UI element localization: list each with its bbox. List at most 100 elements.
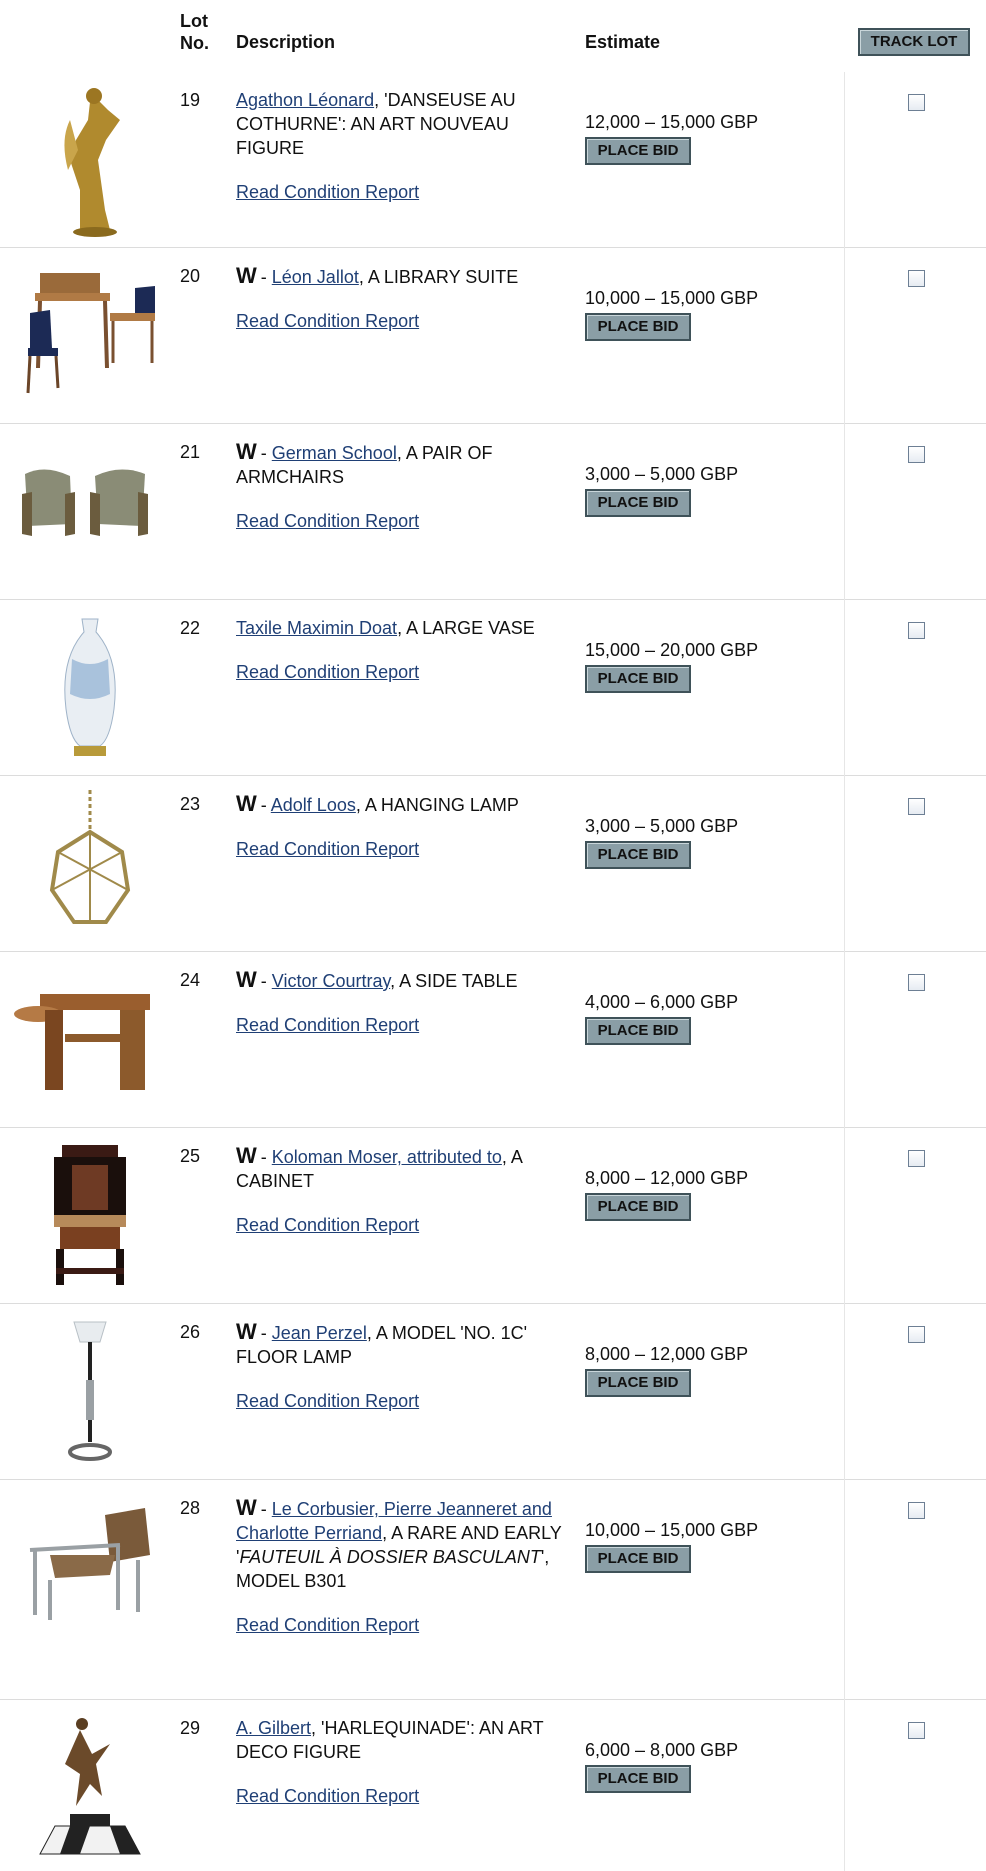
- artist-link[interactable]: Taxile Maximin Doat: [236, 618, 397, 638]
- track-lot-checkbox[interactable]: [908, 446, 925, 463]
- lot-title: , A SIDE TABLE: [390, 971, 518, 991]
- table-row: 20 W - Léon Jallot, A LIBRARY SUITE Read…: [0, 248, 986, 424]
- condition-report-link[interactable]: Read Condition Report: [236, 1013, 419, 1037]
- track-cell: [844, 952, 986, 1128]
- side-table-image[interactable]: [10, 974, 170, 1104]
- place-bid-button[interactable]: PLACE BID: [585, 313, 691, 341]
- artist-link[interactable]: Jean Perzel: [272, 1323, 367, 1343]
- porcelain-vase-image[interactable]: [10, 614, 170, 764]
- place-bid-button[interactable]: PLACE BID: [585, 1545, 691, 1573]
- gilt-dancer-figure-image[interactable]: [10, 80, 170, 240]
- artist-link[interactable]: Adolf Loos: [271, 795, 356, 815]
- lot-no-header: Lot No.: [180, 11, 209, 53]
- condition-report-link[interactable]: Read Condition Report: [236, 309, 419, 333]
- estimate-cell: 3,000 – 5,000 GBP PLACE BID: [585, 816, 738, 869]
- estimate-value: 4,000 – 6,000 GBP: [585, 992, 739, 1012]
- condition-report-link[interactable]: Read Condition Report: [236, 509, 419, 533]
- artist-link[interactable]: German School: [272, 443, 397, 463]
- place-bid-button[interactable]: PLACE BID: [585, 1017, 691, 1045]
- estimate-value: 15,000 – 20,000 GBP: [585, 640, 759, 660]
- condition-report-link[interactable]: Read Condition Report: [236, 837, 419, 861]
- track-lot-checkbox[interactable]: [908, 270, 925, 287]
- track-lot-button[interactable]: TRACK LOT: [858, 28, 970, 56]
- table-row: 25 W - Koloman Moser, attributed to, A C…: [0, 1128, 986, 1304]
- w-separator: -: [255, 795, 271, 815]
- estimate-value: 12,000 – 15,000 GBP: [585, 112, 759, 132]
- estimate-cell: 6,000 – 8,000 GBP PLACE BID: [585, 1740, 738, 1793]
- w-separator: -: [255, 971, 272, 991]
- track-lot-checkbox[interactable]: [908, 622, 925, 639]
- track-lot-checkbox[interactable]: [908, 1722, 925, 1739]
- track-cell: [844, 1128, 986, 1304]
- track-lot-checkbox[interactable]: [908, 798, 925, 815]
- w-icon: W: [236, 791, 257, 816]
- lot-number: 19: [180, 90, 201, 110]
- condition-report-link[interactable]: Read Condition Report: [236, 1784, 419, 1808]
- lot-title: , A LIBRARY SUITE: [358, 267, 519, 287]
- lot-description: Agathon Léonard, 'DANSEUSE AU COTHURNE':…: [236, 88, 566, 204]
- estimate-value: 6,000 – 8,000 GBP: [585, 1740, 739, 1760]
- lot-title: , A LARGE VASE: [397, 618, 535, 638]
- place-bid-button[interactable]: PLACE BID: [585, 137, 691, 165]
- hanging-lamp-image[interactable]: [10, 790, 170, 940]
- lot-description: W - Le Corbusier, Pierre Jeanneret and C…: [236, 1496, 566, 1637]
- lot-number: 21: [180, 442, 201, 462]
- w-separator: -: [255, 1147, 272, 1167]
- estimate-cell: 10,000 – 15,000 GBP PLACE BID: [585, 288, 758, 341]
- place-bid-button[interactable]: PLACE BID: [585, 1193, 691, 1221]
- lot-description: Taxile Maximin Doat, A LARGE VASE Read C…: [236, 616, 566, 684]
- place-bid-button[interactable]: PLACE BID: [585, 1369, 691, 1397]
- lot-description: W - Koloman Moser, attributed to, A CABI…: [236, 1144, 566, 1237]
- artist-link[interactable]: Victor Courtray: [272, 971, 390, 991]
- track-lot-checkbox[interactable]: [908, 974, 925, 991]
- artist-link[interactable]: Agathon Léonard: [236, 90, 374, 110]
- estimate-cell: 8,000 – 12,000 GBP PLACE BID: [585, 1168, 748, 1221]
- artist-link[interactable]: Koloman Moser, attributed to: [272, 1147, 502, 1167]
- table-row: 23 W - Adolf Loos, A HANGING LAMP Read C…: [0, 776, 986, 952]
- track-lot-checkbox[interactable]: [908, 1502, 925, 1519]
- condition-report-link[interactable]: Read Condition Report: [236, 1613, 419, 1637]
- estimate-cell: 10,000 – 15,000 GBP PLACE BID: [585, 1520, 758, 1573]
- w-icon: W: [236, 1319, 257, 1344]
- condition-report-link[interactable]: Read Condition Report: [236, 660, 419, 684]
- dancer-figure-on-base-image[interactable]: [10, 1714, 170, 1864]
- w-icon: W: [236, 1143, 257, 1168]
- place-bid-button[interactable]: PLACE BID: [585, 841, 691, 869]
- condition-report-link[interactable]: Read Condition Report: [236, 180, 419, 204]
- place-bid-button[interactable]: PLACE BID: [585, 489, 691, 517]
- track-lot-checkbox[interactable]: [908, 94, 925, 111]
- floor-lamp-image[interactable]: [10, 1320, 170, 1470]
- table-row: 29 A. Gilbert, 'HARLEQUINADE': AN ART DE…: [0, 1700, 986, 1871]
- lot-number: 22: [180, 618, 201, 638]
- lot-description: W - Adolf Loos, A HANGING LAMP Read Cond…: [236, 792, 566, 861]
- track-lot-checkbox[interactable]: [908, 1326, 925, 1343]
- lot-number: 24: [180, 970, 201, 990]
- estimate-cell: 15,000 – 20,000 GBP PLACE BID: [585, 640, 758, 693]
- artist-link[interactable]: Léon Jallot: [272, 267, 359, 287]
- lounge-chair-image[interactable]: [10, 1500, 170, 1630]
- pair-of-armchairs-image[interactable]: [10, 454, 170, 554]
- lot-number: 26: [180, 1322, 201, 1342]
- track-cell: [844, 1700, 986, 1871]
- place-bid-button[interactable]: PLACE BID: [585, 665, 691, 693]
- w-separator: -: [255, 267, 272, 287]
- w-separator: -: [255, 1323, 272, 1343]
- track-cell: [844, 1304, 986, 1480]
- desk-and-chairs-image[interactable]: [10, 258, 170, 398]
- place-bid-button[interactable]: PLACE BID: [585, 1765, 691, 1793]
- estimate-cell: 4,000 – 6,000 GBP PLACE BID: [585, 992, 738, 1045]
- lot-description: W - Victor Courtray, A SIDE TABLE Read C…: [236, 968, 566, 1037]
- w-icon: W: [236, 263, 257, 288]
- condition-report-link[interactable]: Read Condition Report: [236, 1389, 419, 1413]
- estimate-header: Estimate: [585, 32, 661, 52]
- track-cell: [844, 424, 986, 600]
- estimate-cell: 12,000 – 15,000 GBP PLACE BID: [585, 112, 758, 165]
- table-row: 26 W - Jean Perzel, A MODEL 'NO. 1C' FLO…: [0, 1304, 986, 1480]
- table-row: 24 W - Victor Courtray, A SIDE TABLE Rea…: [0, 952, 986, 1128]
- artist-link[interactable]: A. Gilbert: [236, 1718, 311, 1738]
- lot-number: 25: [180, 1146, 201, 1166]
- condition-report-link[interactable]: Read Condition Report: [236, 1213, 419, 1237]
- track-cell: [844, 72, 986, 248]
- track-lot-checkbox[interactable]: [908, 1150, 925, 1167]
- cabinet-image[interactable]: [10, 1140, 170, 1290]
